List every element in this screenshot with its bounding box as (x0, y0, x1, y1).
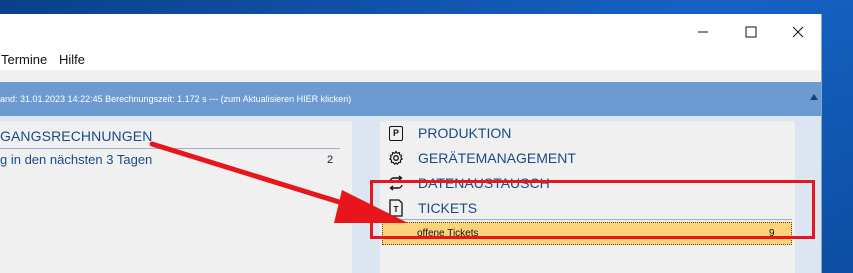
left-row-count: 2 (327, 154, 334, 166)
category-produktion[interactable]: P PRODUKTION (380, 121, 795, 145)
close-button[interactable] (775, 14, 821, 50)
divider (0, 148, 340, 149)
collapse-up-icon[interactable] (810, 94, 818, 100)
category-geraetemanagement[interactable]: GERÄTEMANAGEMENT (380, 146, 795, 170)
gear-icon (388, 149, 404, 167)
left-row-label[interactable]: g in den nächsten 3 Tagen (0, 152, 152, 167)
p-box-icon: P (388, 124, 404, 142)
status-text[interactable]: and: 31.01.2023 14:22:45 Berechnungszeit… (0, 94, 351, 104)
toolbar-gap (0, 70, 821, 82)
status-bar[interactable]: and: 31.01.2023 14:22:45 Berechnungszeit… (0, 82, 821, 116)
close-icon (792, 26, 804, 38)
minimize-button[interactable] (680, 14, 726, 50)
maximize-button[interactable] (728, 14, 774, 50)
annotation-highlight-box (370, 180, 815, 239)
category-label: GERÄTEMANAGEMENT (418, 150, 576, 166)
menu-hilfe[interactable]: Hilfe (59, 52, 85, 67)
menu-termine[interactable]: Termine (1, 52, 47, 67)
minimize-icon (698, 31, 708, 33)
left-panel: GANGSRECHNUNGEN g in den nächsten 3 Tage… (0, 121, 352, 273)
p-box-glyph: P (389, 125, 403, 141)
title-bar (0, 14, 821, 50)
menu-bar: Termine Hilfe (0, 50, 821, 70)
maximize-icon (745, 26, 757, 38)
category-label: PRODUKTION (418, 125, 512, 141)
left-panel-heading[interactable]: GANGSRECHNUNGEN (0, 128, 152, 144)
